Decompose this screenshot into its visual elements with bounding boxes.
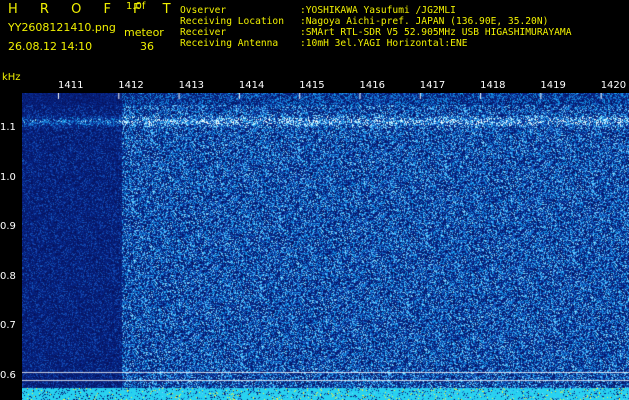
frequency-tick-label: 0.7	[0, 320, 16, 331]
frequency-tick-label: 0.8	[0, 270, 16, 282]
time-tick-label: 1413	[178, 80, 205, 91]
time-tick-label: 1417	[419, 80, 446, 91]
antenna-label: Receiving Antenna	[180, 38, 279, 49]
observer-row: Ovserver :YOSHIKAWA Yasufumi /JG2MLI	[180, 5, 571, 16]
app-version: 1.0f	[126, 1, 146, 12]
location-value: :Nagoya Aichi-pref. JAPAN (136.90E, 35.2…	[300, 16, 549, 27]
time-tick-label: 1416	[359, 80, 385, 91]
hrofft-window: H R O F F T 1.0f YY2608121410.png 26.08.…	[0, 0, 629, 400]
antenna-value: :10mH 3el.YAGI Horizontal:ENE	[300, 38, 468, 49]
app-title: H R O F F T	[8, 2, 180, 17]
capture-datetime: 26.08.12 14:10	[8, 40, 93, 53]
time-tick-label: 1415	[299, 80, 325, 91]
time-tick-label: 1411	[58, 80, 84, 91]
image-filename: YY2608121410.png	[8, 21, 116, 34]
frequency-tick-label: 1.1	[0, 122, 16, 133]
meteor-label: meteor	[124, 26, 164, 39]
time-tick-label: 1420	[600, 80, 627, 91]
meteor-count: 36	[140, 40, 154, 53]
receiver-value: :SMArt RTL-SDR V5 52.905MHz USB HIGASHIM…	[300, 27, 572, 38]
time-tick-label: 1419	[540, 80, 566, 91]
time-tick-label: 1414	[238, 80, 265, 91]
observer-label: Ovserver	[180, 5, 227, 16]
observer-value: :YOSHIKAWA Yasufumi /JG2MLI	[300, 5, 456, 16]
frequency-tick-label: 0.6	[0, 369, 16, 381]
station-info: Ovserver :YOSHIKAWA Yasufumi /JG2MLI Rece…	[180, 5, 571, 49]
frequency-tick-label: 0.9	[0, 221, 16, 232]
frequency-tick-label: 1.0	[0, 171, 16, 183]
time-tick-label: 1418	[480, 80, 506, 91]
receiver-row: Receiver :SMArt RTL-SDR V5 52.905MHz USB …	[180, 27, 571, 38]
time-tick-label: 1412	[118, 80, 144, 91]
antenna-row: Receiving Antenna :10mH 3el.YAGI Horizont…	[180, 38, 571, 49]
spectrogram-waterfall	[22, 93, 629, 400]
receiver-label: Receiver	[180, 27, 227, 38]
location-row: Receiving Location :Nagoya Aichi-pref. JA…	[180, 16, 571, 27]
location-label: Receiving Location	[180, 16, 284, 27]
frequency-unit-label: kHz	[2, 72, 21, 83]
